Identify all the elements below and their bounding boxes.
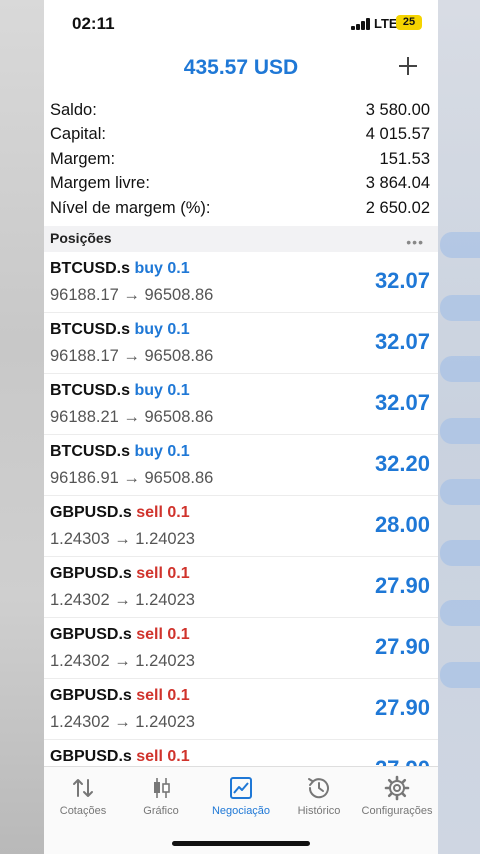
positions-section-header: Posições ••• (44, 226, 438, 252)
position-side: buy 0.1 (134, 443, 190, 460)
more-options-icon[interactable]: ••• (406, 234, 424, 250)
add-order-button[interactable] (392, 50, 424, 82)
position-row[interactable]: GBPUSD.s sell 0.1 1.24302 → 1.24023 27.9… (44, 679, 438, 740)
trade-chart-icon (230, 777, 252, 799)
position-symbol: GBPUSD.s (50, 565, 132, 582)
position-profit: 27.90 (374, 634, 430, 659)
position-symbol: BTCUSD.s (50, 382, 131, 399)
tab-label: Gráfico (143, 805, 179, 817)
quotes-arrows-icon (73, 779, 93, 797)
summary-value: 151.53 (379, 149, 430, 168)
status-time: 02:11 (72, 14, 115, 33)
position-profit: 32.20 (374, 451, 430, 476)
tab-history[interactable]: Histórico (280, 775, 358, 817)
position-prices: 96188.17 → 96508.86 (50, 286, 214, 304)
tab-label: Histórico (297, 805, 341, 817)
gear-icon (384, 775, 410, 801)
account-summary: Saldo: 3 580.00 Capital: 4 015.57 Margem… (50, 98, 430, 221)
position-prices: 1.24302 → 1.24023 (50, 713, 195, 731)
positions-list: BTCUSD.s buy 0.1 96188.17 → 96508.86 32.… (44, 252, 438, 801)
position-side: sell 0.1 (136, 748, 190, 765)
position-profit: 27.90 (374, 695, 430, 720)
network-label: LTE (374, 16, 398, 31)
summary-label: Saldo: (50, 100, 97, 119)
tab-chart[interactable]: Gráfico (122, 775, 200, 817)
position-side: buy 0.1 (134, 382, 190, 399)
tab-trade[interactable]: Negociação (202, 775, 280, 817)
battery-icon: 25 (396, 15, 422, 30)
position-row[interactable]: BTCUSD.s buy 0.1 96186.91 → 96508.86 32.… (44, 435, 438, 496)
history-clock-icon (308, 778, 329, 799)
summary-value: 4 015.57 (365, 125, 430, 144)
position-prices: 96188.21 → 96508.86 (50, 408, 214, 426)
position-side: sell 0.1 (136, 504, 190, 521)
app-screen: 02:11 LTE 25 435.57 USD Saldo: 3 580.00 … (44, 0, 438, 854)
position-row[interactable]: BTCUSD.s buy 0.1 96188.21 → 96508.86 32.… (44, 374, 438, 435)
position-prices: 1.24302 → 1.24023 (50, 652, 195, 670)
position-symbol: BTCUSD.s (50, 260, 131, 277)
signal-icon (351, 18, 371, 30)
tab-label: Configurações (361, 805, 433, 817)
position-prices: 96188.17 → 96508.86 (50, 347, 214, 365)
background-left (0, 0, 44, 854)
summary-label: Margem: (50, 149, 116, 168)
position-side: buy 0.1 (134, 260, 190, 277)
section-title: Posições (50, 230, 112, 246)
position-profit: 32.07 (374, 329, 430, 354)
position-symbol: GBPUSD.s (50, 626, 132, 643)
position-side: sell 0.1 (136, 626, 190, 643)
position-symbol: GBPUSD.s (50, 748, 132, 765)
position-side: sell 0.1 (136, 687, 190, 704)
position-symbol: GBPUSD.s (50, 504, 132, 521)
position-side: sell 0.1 (136, 565, 190, 582)
status-bar: 02:11 LTE 25 (44, 0, 438, 48)
position-row[interactable]: BTCUSD.s buy 0.1 96188.17 → 96508.86 32.… (44, 252, 438, 313)
tab-quotes[interactable]: Cotações (44, 775, 122, 817)
summary-row-free-margin: Margem livre: 3 864.04 (50, 172, 430, 197)
position-row[interactable]: GBPUSD.s sell 0.1 1.24303 → 1.24023 28.0… (44, 496, 438, 557)
summary-value: 2 650.02 (365, 198, 430, 217)
position-side: buy 0.1 (134, 321, 190, 338)
position-profit: 27.90 (374, 573, 430, 598)
position-prices: 1.24303 → 1.24023 (50, 530, 195, 548)
position-row[interactable]: GBPUSD.s sell 0.1 1.24302 → 1.24023 27.9… (44, 557, 438, 618)
summary-row-margin: Margem: 151.53 (50, 147, 430, 172)
position-profit: 32.07 (374, 390, 430, 415)
summary-row-margin-level: Nível de margem (%): 2 650.02 (50, 196, 430, 221)
tab-settings[interactable]: Configurações (358, 775, 436, 817)
position-symbol: BTCUSD.s (50, 443, 131, 460)
position-prices: 1.24302 → 1.24023 (50, 591, 195, 609)
position-symbol: GBPUSD.s (50, 687, 132, 704)
position-row[interactable]: GBPUSD.s sell 0.1 1.24302 → 1.24023 27.9… (44, 618, 438, 679)
summary-label: Margem livre: (50, 174, 150, 193)
candlestick-chart-icon (154, 778, 170, 798)
position-profit: 32.07 (374, 268, 430, 293)
tab-label: Negociação (211, 805, 271, 817)
position-prices: 96186.91 → 96508.86 (50, 469, 214, 487)
bottom-tab-bar: Cotações Gráfico Negociação Histórico Co… (44, 766, 438, 854)
position-row[interactable]: BTCUSD.s buy 0.1 96188.17 → 96508.86 32.… (44, 313, 438, 374)
page-title: 435.57 USD (183, 56, 299, 79)
background-right (436, 0, 480, 854)
summary-label: Nível de margem (%): (50, 198, 211, 217)
summary-label: Capital: (50, 125, 106, 144)
summary-row-balance: Saldo: 3 580.00 (50, 98, 430, 123)
summary-value: 3 864.04 (365, 174, 430, 193)
position-profit: 28.00 (374, 512, 430, 537)
tab-label: Cotações (59, 805, 107, 817)
position-symbol: BTCUSD.s (50, 321, 131, 338)
summary-value: 3 580.00 (365, 100, 430, 119)
summary-row-equity: Capital: 4 015.57 (50, 123, 430, 148)
home-indicator (172, 841, 310, 846)
